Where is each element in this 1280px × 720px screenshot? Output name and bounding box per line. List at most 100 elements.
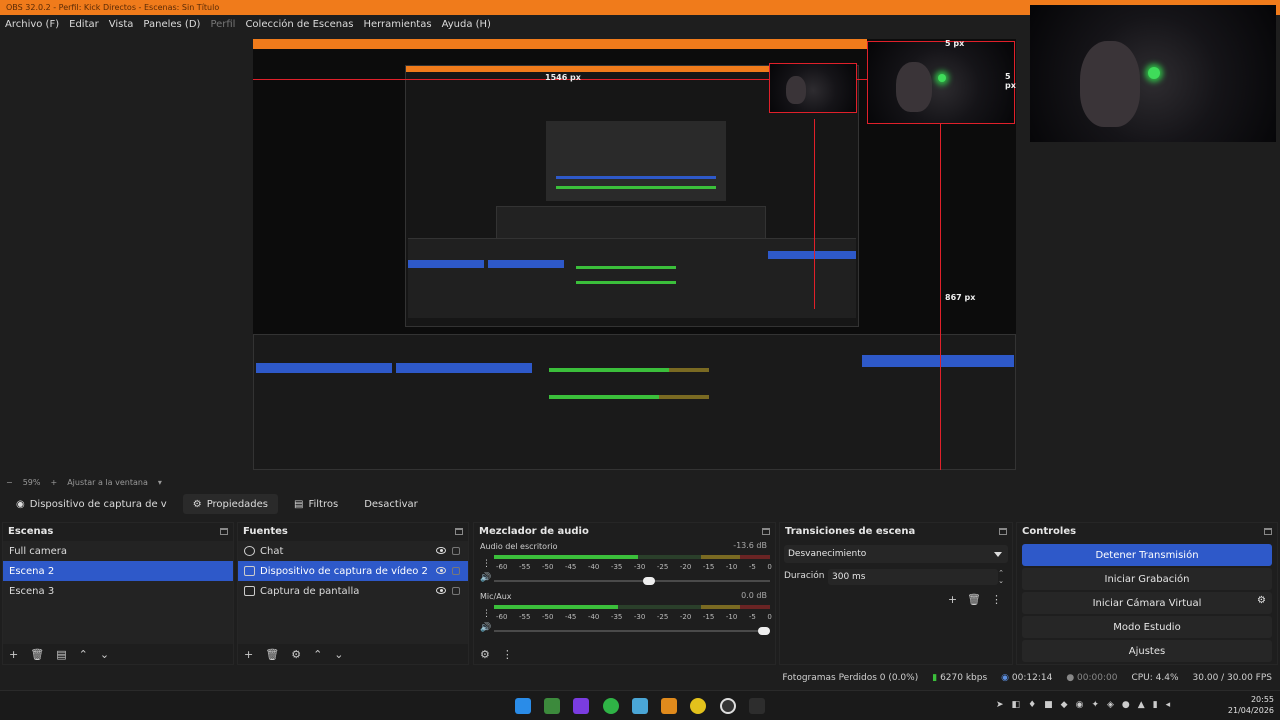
- volume-knob[interactable]: [758, 627, 771, 635]
- gear-icon[interactable]: ⚙: [291, 648, 301, 661]
- whatsapp-icon[interactable]: [603, 698, 619, 714]
- tray-icon[interactable]: ■: [1044, 700, 1053, 710]
- zoom-plus-button[interactable]: +: [50, 478, 57, 487]
- menu-archivo[interactable]: Archivo (F): [5, 19, 59, 30]
- preview-canvas[interactable]: 5 px 5 px 867 px 1546 px: [253, 39, 1016, 470]
- properties-button[interactable]: ⚙ Propiedades: [182, 494, 279, 514]
- tray-icon[interactable]: ♦: [1028, 700, 1036, 710]
- tray-icon[interactable]: ▲: [1138, 700, 1145, 710]
- volume-icon[interactable]: ◂: [1166, 700, 1171, 710]
- down-arrow-icon[interactable]: ⌄: [100, 648, 109, 661]
- source-item-screen[interactable]: Captura de pantalla: [238, 581, 468, 601]
- eye-icon[interactable]: [436, 567, 446, 574]
- measure-label-width: 1546 px: [545, 73, 581, 82]
- duration-input[interactable]: 300 ms: [828, 569, 998, 585]
- preview-webcam-source[interactable]: [867, 41, 1015, 124]
- down-arrow-icon[interactable]: ⌄: [334, 648, 343, 661]
- kebab-icon[interactable]: ⋮: [502, 648, 513, 661]
- undock-icon[interactable]: [1264, 527, 1272, 535]
- gear-icon[interactable]: ⚙: [480, 648, 490, 661]
- menu-coleccion-escenas[interactable]: Colección de Escenas: [245, 19, 353, 30]
- studio-mode-button[interactable]: Modo Estudio: [1022, 616, 1272, 638]
- transitions-title: Transiciones de escena: [785, 525, 916, 537]
- app-icon[interactable]: [749, 698, 765, 714]
- volume-slider[interactable]: [494, 627, 771, 635]
- twitch-icon[interactable]: [573, 698, 589, 714]
- app-icon[interactable]: [544, 698, 560, 714]
- start-recording-button[interactable]: Iniciar Grabación: [1022, 568, 1272, 590]
- speaker-icon[interactable]: 🔊: [480, 623, 491, 633]
- level-meter: [494, 605, 770, 609]
- filters-button[interactable]: ▤ Filtros: [284, 494, 348, 514]
- clock[interactable]: 20:55 21/04/2026: [1228, 694, 1274, 716]
- duration-stepper[interactable]: ⌃ ⌄: [998, 569, 1004, 585]
- spotify-icon[interactable]: ●: [1122, 700, 1130, 710]
- start-virtual-camera-button[interactable]: Iniciar Cámara Virtual: [1093, 598, 1202, 609]
- trash-icon[interactable]: 🗑: [265, 648, 279, 661]
- chrome-icon[interactable]: [690, 698, 706, 714]
- trash-icon[interactable]: 🗑: [967, 593, 981, 606]
- obs-icon[interactable]: [720, 698, 736, 714]
- trash-icon[interactable]: 🗑: [30, 648, 44, 661]
- lock-icon[interactable]: [452, 587, 460, 595]
- add-icon[interactable]: +: [9, 648, 18, 661]
- nested-title-bar: [253, 39, 867, 49]
- gear-icon: ⚙: [192, 498, 202, 510]
- scene-item[interactable]: Full camera: [3, 541, 233, 561]
- undock-icon[interactable]: [762, 527, 770, 535]
- undock-icon[interactable]: [455, 527, 463, 535]
- menu-perfil[interactable]: Perfil: [210, 19, 235, 30]
- kebab-icon[interactable]: ⋮: [991, 593, 1002, 606]
- menu-paneles[interactable]: Paneles (D): [143, 19, 200, 30]
- kebab-icon[interactable]: ⋮: [482, 609, 491, 619]
- bitrate: ▮ 6270 kbps: [932, 673, 988, 683]
- settings-button[interactable]: Ajustes: [1022, 640, 1272, 662]
- lock-icon[interactable]: [452, 567, 460, 575]
- scene-item-selected[interactable]: Escena 2: [3, 561, 233, 581]
- up-arrow-icon[interactable]: ⌃: [79, 648, 88, 661]
- level-meter: [494, 555, 770, 559]
- deactivate-button[interactable]: Desactivar: [354, 494, 428, 514]
- kebab-icon[interactable]: ⋮: [482, 559, 491, 569]
- source-item-chat[interactable]: Chat: [238, 541, 468, 561]
- undock-icon[interactable]: [220, 527, 228, 535]
- menu-herramientas[interactable]: Herramientas: [363, 19, 431, 30]
- menu-vista[interactable]: Vista: [109, 19, 134, 30]
- eye-icon[interactable]: [436, 587, 446, 594]
- lock-icon[interactable]: [452, 547, 460, 555]
- scale-tick-label: -20: [679, 613, 692, 621]
- filter-icon[interactable]: ▤: [56, 648, 66, 661]
- windows-start-icon[interactable]: [515, 698, 531, 714]
- nested-webcam-source: [769, 63, 857, 113]
- transition-select[interactable]: Desvanecimiento: [784, 545, 1008, 563]
- zoom-dropdown-icon[interactable]: ▾: [158, 478, 162, 487]
- volume-knob[interactable]: [642, 577, 655, 585]
- tray-icon[interactable]: ◧: [1012, 700, 1021, 710]
- scale-tick-label: -10: [725, 563, 738, 571]
- add-icon[interactable]: +: [244, 648, 253, 661]
- tray-icon[interactable]: ◈: [1107, 700, 1114, 710]
- speaker-icon[interactable]: 🔊: [480, 573, 491, 583]
- source-toolbar: ◉ Dispositivo de captura de v ⚙ Propieda…: [0, 492, 1280, 516]
- app-icon[interactable]: [632, 698, 648, 714]
- tray-arrow-icon[interactable]: ➤: [996, 700, 1004, 710]
- stop-stream-button[interactable]: Detener Transmisión: [1022, 544, 1272, 566]
- gear-icon[interactable]: ⚙: [1257, 595, 1266, 606]
- measure-line-vertical: [940, 124, 941, 470]
- scene-item[interactable]: Escena 3: [3, 581, 233, 601]
- add-icon[interactable]: +: [948, 593, 957, 606]
- source-item-camera[interactable]: Dispositivo de captura de vídeo 2: [238, 561, 468, 581]
- tray-icon[interactable]: ✦: [1091, 700, 1099, 710]
- scenes-toolbar: + 🗑 ▤ ⌃ ⌄: [3, 646, 233, 662]
- app-icon[interactable]: [661, 698, 677, 714]
- up-arrow-icon[interactable]: ⌃: [313, 648, 322, 661]
- tray-icon[interactable]: ◉: [1076, 700, 1084, 710]
- menu-editar[interactable]: Editar: [69, 19, 99, 30]
- eye-icon[interactable]: [436, 547, 446, 554]
- mic-icon[interactable]: ▮: [1153, 700, 1158, 710]
- menu-ayuda[interactable]: Ayuda (H): [442, 19, 491, 30]
- undock-icon[interactable]: [999, 527, 1007, 535]
- zoom-minus-button[interactable]: −: [6, 478, 13, 487]
- volume-slider[interactable]: [494, 577, 770, 585]
- tray-icon[interactable]: ◆: [1061, 700, 1068, 710]
